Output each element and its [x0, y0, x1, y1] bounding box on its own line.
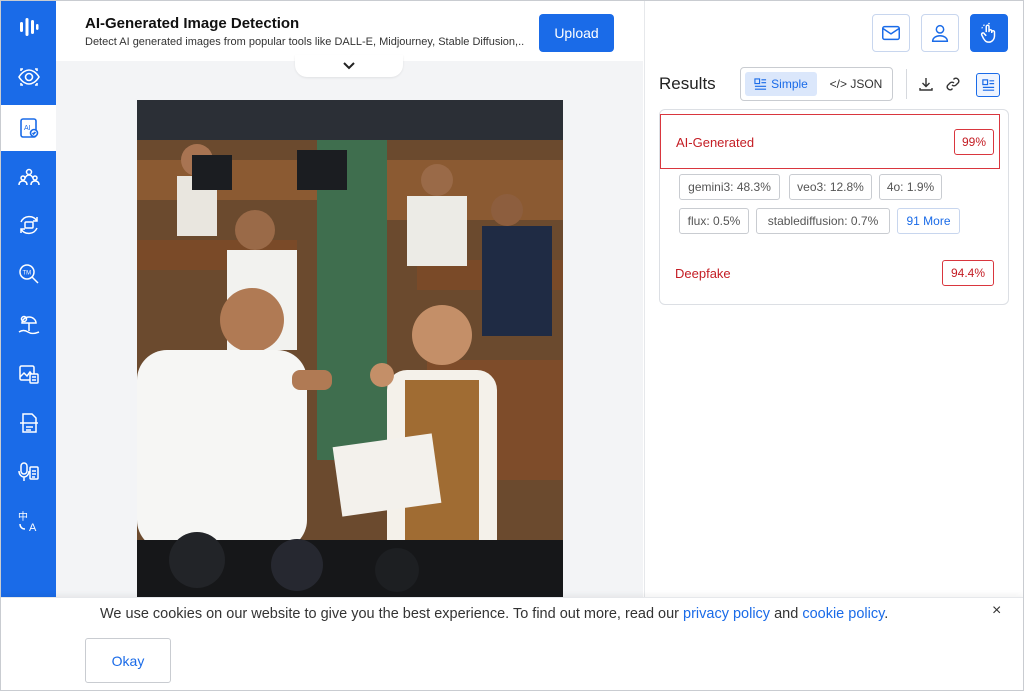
cookie-banner: We use cookies on our website to give yo…	[1, 597, 1023, 690]
cookie-text-after: .	[884, 606, 889, 622]
ai-generated-row: AI-Generated 99%	[660, 114, 1000, 169]
mail-button[interactable]	[872, 14, 910, 52]
svg-text:AI: AI	[24, 125, 31, 132]
download-icon	[919, 78, 933, 91]
view-simple-tab[interactable]: Simple	[745, 72, 817, 96]
svg-text:中: 中	[18, 510, 28, 523]
sidebar: AI TM 中A	[1, 1, 56, 690]
deepfake-label: Deepfake	[675, 266, 731, 281]
model-chip: veo3: 12.8%	[789, 174, 872, 200]
eye-scan-icon	[17, 68, 40, 86]
sidebar-item-face-group[interactable]	[1, 154, 56, 200]
cookie-text-and: and	[770, 606, 803, 622]
more-models-button[interactable]: 91 More	[897, 208, 960, 234]
cookie-message: We use cookies on our website to give yo…	[100, 606, 888, 622]
model-chip: stablediffusion: 0.7%	[756, 208, 890, 234]
account-button[interactable]	[921, 14, 959, 52]
page-title: AI-Generated Image Detection	[85, 15, 300, 32]
layout-toggle-button[interactable]	[976, 73, 1000, 97]
logo-bars-icon	[19, 18, 38, 36]
translate-icon: 中A	[18, 510, 37, 533]
toolbar-divider	[906, 69, 907, 99]
image-top-bar	[137, 100, 563, 140]
copy-link-button[interactable]	[943, 74, 963, 94]
voice-transcript-icon	[17, 462, 39, 481]
beach-scene-icon	[18, 315, 39, 335]
uploaded-image	[137, 100, 563, 600]
trademark-search-icon: TM	[18, 264, 39, 284]
view-mode-toggle: Simple </> JSON	[740, 67, 893, 101]
sidebar-item-doc-scan[interactable]	[1, 400, 56, 446]
list-view-icon	[754, 77, 767, 90]
page-subtitle: Detect AI generated images from popular …	[85, 36, 525, 48]
view-simple-label: Simple	[771, 77, 808, 91]
model-chip: 4o: 1.9%	[879, 174, 942, 200]
results-panel: Results Simple </> JSON AI-Generated 99%…	[644, 1, 1022, 601]
cookie-close-button[interactable]: ×	[992, 602, 1001, 620]
results-card: AI-Generated 99% gemini3: 48.3% veo3: 12…	[659, 109, 1009, 305]
model-chip: gemini3: 48.3%	[679, 174, 780, 200]
sidebar-item-image-sync[interactable]	[1, 202, 56, 248]
sidebar-item-scene[interactable]	[1, 301, 56, 347]
sidebar-item-visual-search[interactable]	[1, 54, 56, 100]
sidebar-item-translate[interactable]: 中A	[1, 498, 56, 544]
people-group-icon	[17, 168, 40, 186]
cookie-policy-link[interactable]: cookie policy	[802, 606, 884, 622]
user-icon	[931, 24, 949, 42]
deepfake-score: 94.4%	[942, 260, 994, 286]
ai-generated-score: 99%	[954, 129, 994, 155]
sidebar-logo[interactable]	[1, 4, 56, 50]
details-list-icon	[981, 78, 994, 91]
download-button[interactable]	[916, 74, 936, 94]
ai-generated-label: AI-Generated	[676, 135, 755, 150]
image-preview-area	[56, 55, 643, 601]
document-scan-icon	[19, 413, 38, 433]
image-refresh-icon	[19, 215, 38, 235]
sidebar-item-image-doc[interactable]	[1, 351, 56, 397]
mail-icon	[882, 25, 900, 41]
sidebar-item-voice[interactable]	[1, 449, 56, 495]
ai-detect-icon: AI	[19, 118, 38, 138]
image-document-icon	[18, 365, 39, 384]
cookie-text-before: We use cookies on our website to give yo…	[100, 606, 684, 622]
privacy-policy-link[interactable]: privacy policy	[683, 606, 770, 622]
tool-header: AI-Generated Image Detection Detect AI g…	[56, 1, 643, 61]
touch-button[interactable]	[970, 14, 1008, 52]
upload-button[interactable]: Upload	[539, 14, 614, 52]
model-chip: flux: 0.5%	[679, 208, 749, 234]
view-json-tab[interactable]: </> JSON	[823, 72, 889, 96]
results-title: Results	[659, 74, 716, 93]
sidebar-item-ai-detection[interactable]: AI	[1, 105, 56, 151]
collapse-toggle[interactable]	[295, 55, 403, 77]
cookie-okay-button[interactable]: Okay	[85, 638, 171, 683]
link-icon	[946, 77, 960, 91]
parliament-photo	[137, 140, 563, 600]
svg-text:A: A	[29, 522, 37, 533]
chevron-down-icon	[343, 62, 355, 70]
svg-text:TM: TM	[22, 271, 31, 277]
sidebar-item-trademark[interactable]: TM	[1, 251, 56, 297]
touch-hand-icon	[980, 22, 996, 43]
